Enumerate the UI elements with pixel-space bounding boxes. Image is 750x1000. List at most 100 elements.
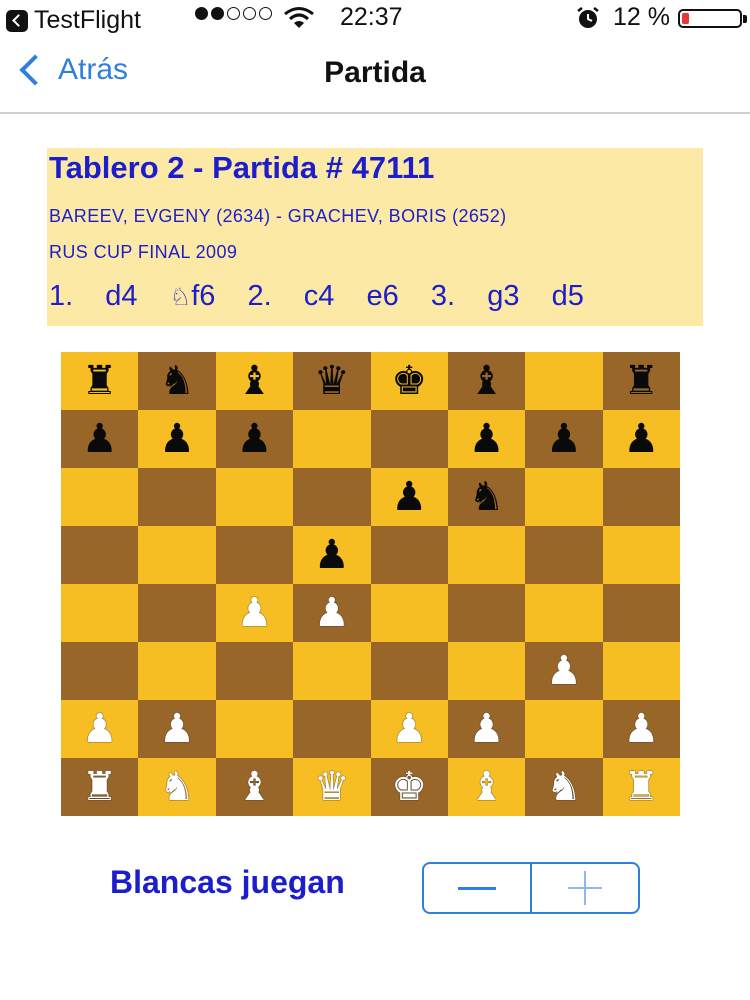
white-pawn-icon[interactable]: ♟ xyxy=(623,709,659,749)
white-pawn-icon[interactable]: ♟ xyxy=(314,593,350,633)
square-c3[interactable] xyxy=(215,642,294,700)
square-g7[interactable]: ♟ xyxy=(525,410,603,468)
square-g1[interactable]: ♞ xyxy=(525,758,603,816)
square-g6[interactable] xyxy=(525,468,603,526)
square-g8[interactable] xyxy=(525,352,603,410)
square-b3[interactable] xyxy=(138,642,216,700)
square-e8[interactable]: ♚ xyxy=(370,352,448,410)
white-pawn-icon[interactable]: ♟ xyxy=(391,709,427,749)
square-e7[interactable] xyxy=(370,410,448,468)
square-d7[interactable] xyxy=(293,410,371,468)
white-queen-icon[interactable]: ♛ xyxy=(314,767,350,807)
square-a3[interactable] xyxy=(61,642,139,700)
square-d6[interactable] xyxy=(293,468,371,526)
square-e6[interactable]: ♟ xyxy=(370,468,448,526)
square-f3[interactable] xyxy=(447,642,526,700)
move-stepper[interactable] xyxy=(422,862,640,914)
white-knight-icon[interactable]: ♞ xyxy=(159,767,195,807)
square-d8[interactable]: ♛ xyxy=(293,352,371,410)
white-pawn-icon[interactable]: ♟ xyxy=(237,593,273,633)
square-a8[interactable]: ♜ xyxy=(61,352,139,410)
black-pawn-icon[interactable]: ♟ xyxy=(546,419,582,459)
white-pawn-icon[interactable]: ♟ xyxy=(159,709,195,749)
square-h3[interactable] xyxy=(602,642,680,700)
white-knight-icon[interactable]: ♞ xyxy=(546,767,582,807)
square-d5[interactable]: ♟ xyxy=(293,526,371,584)
square-f2[interactable]: ♟ xyxy=(447,700,526,758)
white-bishop-icon[interactable]: ♝ xyxy=(237,767,273,807)
square-c7[interactable]: ♟ xyxy=(215,410,294,468)
white-rook-icon[interactable]: ♜ xyxy=(82,767,118,807)
square-b5[interactable] xyxy=(138,526,216,584)
square-b6[interactable] xyxy=(138,468,216,526)
square-a4[interactable] xyxy=(61,584,139,642)
black-pawn-icon[interactable]: ♟ xyxy=(314,535,350,575)
black-pawn-icon[interactable]: ♟ xyxy=(82,419,118,459)
square-e4[interactable] xyxy=(370,584,448,642)
white-pawn-icon[interactable]: ♟ xyxy=(469,709,505,749)
square-b7[interactable]: ♟ xyxy=(138,410,216,468)
black-queen-icon[interactable]: ♛ xyxy=(314,361,350,401)
square-h1[interactable]: ♜ xyxy=(602,758,680,816)
square-f6[interactable]: ♞ xyxy=(447,468,526,526)
square-a6[interactable] xyxy=(61,468,139,526)
black-king-icon[interactable]: ♚ xyxy=(391,361,427,401)
square-f5[interactable] xyxy=(447,526,526,584)
black-pawn-icon[interactable]: ♟ xyxy=(469,419,505,459)
square-b1[interactable]: ♞ xyxy=(138,758,216,816)
square-h7[interactable]: ♟ xyxy=(602,410,680,468)
white-pawn-icon[interactable]: ♟ xyxy=(546,651,582,691)
white-king-icon[interactable]: ♚ xyxy=(391,767,427,807)
square-d1[interactable]: ♛ xyxy=(293,758,371,816)
back-to-app[interactable]: TestFlight xyxy=(6,6,141,35)
black-bishop-icon[interactable]: ♝ xyxy=(237,361,273,401)
square-h5[interactable] xyxy=(602,526,680,584)
square-a7[interactable]: ♟ xyxy=(61,410,139,468)
chess-board[interactable]: ♜ ♞ ♝ ♛ ♚ ♝ ♜ ♟ ♟ ♟ ♟ ♟ ♟ ♟ ♞ ♟ ♟ ♟ ♟ ♟ ♟ ♟ ♟ ♟ ♜ ♞ ♝ ♛ ♚ ♝ ♞ ♜ xyxy=(61,352,680,816)
square-e1[interactable]: ♚ xyxy=(370,758,448,816)
square-e3[interactable] xyxy=(370,642,448,700)
square-c2[interactable] xyxy=(215,700,294,758)
square-h6[interactable] xyxy=(602,468,680,526)
square-a5[interactable] xyxy=(61,526,139,584)
black-pawn-icon[interactable]: ♟ xyxy=(391,477,427,517)
square-c6[interactable] xyxy=(215,468,294,526)
square-e5[interactable] xyxy=(370,526,448,584)
square-c4[interactable]: ♟ xyxy=(215,584,294,642)
white-rook-icon[interactable]: ♜ xyxy=(623,767,659,807)
square-g5[interactable] xyxy=(525,526,603,584)
square-c5[interactable] xyxy=(215,526,294,584)
square-h8[interactable]: ♜ xyxy=(602,352,680,410)
square-f7[interactable]: ♟ xyxy=(447,410,526,468)
black-knight-icon[interactable]: ♞ xyxy=(159,361,195,401)
black-pawn-icon[interactable]: ♟ xyxy=(159,419,195,459)
black-bishop-icon[interactable]: ♝ xyxy=(469,361,505,401)
square-g4[interactable] xyxy=(525,584,603,642)
black-pawn-icon[interactable]: ♟ xyxy=(623,419,659,459)
square-a2[interactable]: ♟ xyxy=(61,700,139,758)
square-b4[interactable] xyxy=(138,584,216,642)
square-h4[interactable] xyxy=(602,584,680,642)
square-b2[interactable]: ♟ xyxy=(138,700,216,758)
white-pawn-icon[interactable]: ♟ xyxy=(82,709,118,749)
black-pawn-icon[interactable]: ♟ xyxy=(237,419,273,459)
square-f1[interactable]: ♝ xyxy=(447,758,526,816)
square-a1[interactable]: ♜ xyxy=(61,758,139,816)
next-move-button[interactable] xyxy=(530,864,638,912)
square-e2[interactable]: ♟ xyxy=(370,700,448,758)
black-knight-icon[interactable]: ♞ xyxy=(469,477,505,517)
square-f4[interactable] xyxy=(447,584,526,642)
previous-move-button[interactable] xyxy=(424,864,530,912)
square-f8[interactable]: ♝ xyxy=(447,352,526,410)
square-d3[interactable] xyxy=(293,642,371,700)
square-d4[interactable]: ♟ xyxy=(293,584,371,642)
square-c1[interactable]: ♝ xyxy=(215,758,294,816)
white-bishop-icon[interactable]: ♝ xyxy=(469,767,505,807)
square-g3[interactable]: ♟ xyxy=(525,642,603,700)
square-h2[interactable]: ♟ xyxy=(602,700,680,758)
square-c8[interactable]: ♝ xyxy=(215,352,294,410)
square-d2[interactable] xyxy=(293,700,371,758)
black-rook-icon[interactable]: ♜ xyxy=(82,361,118,401)
square-b8[interactable]: ♞ xyxy=(138,352,216,410)
square-g2[interactable] xyxy=(525,700,603,758)
